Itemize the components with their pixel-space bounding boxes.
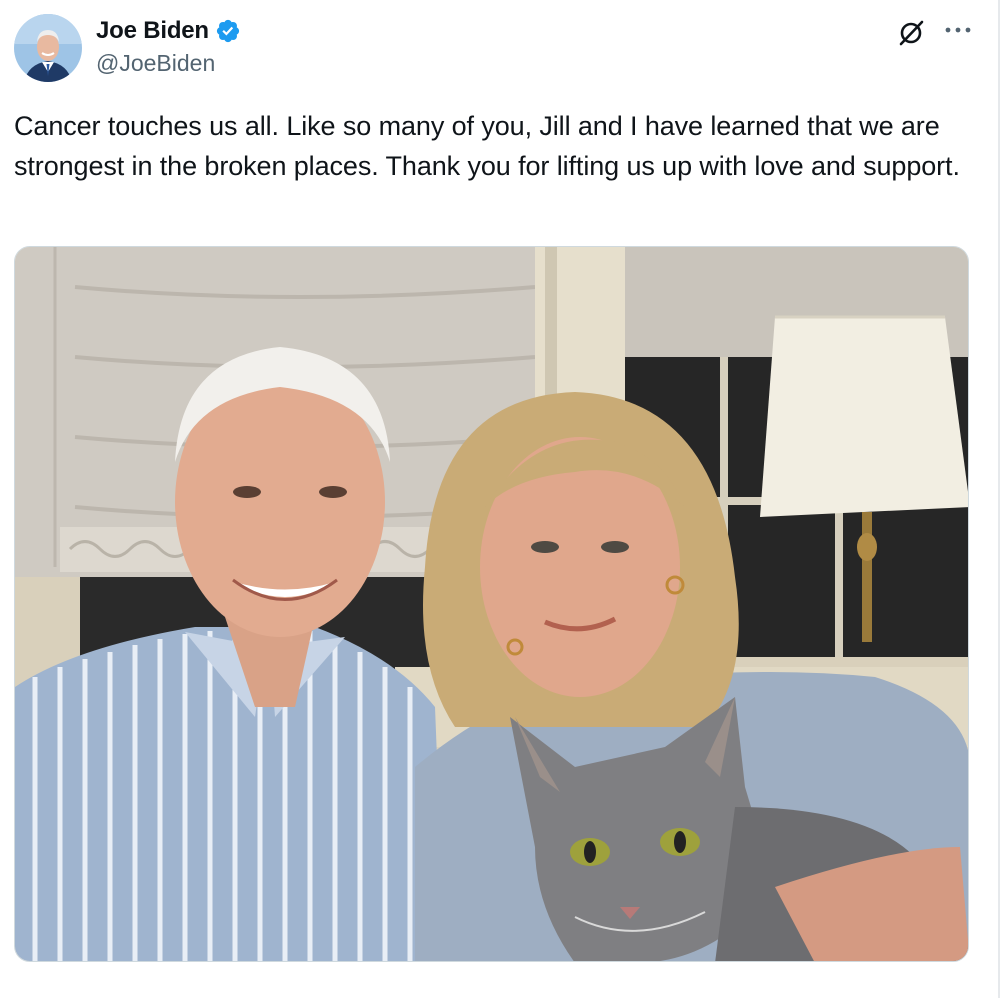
tweet-text: Cancer touches us all. Like so many of y… [14, 111, 960, 181]
author-avatar[interactable] [14, 14, 82, 82]
tweet-card: Joe Biden @JoeBiden Cancer touches us al… [0, 0, 1000, 998]
tweet-photo[interactable] [14, 246, 969, 962]
name-row: Joe Biden [96, 14, 241, 48]
author-info: Joe Biden @JoeBiden [96, 14, 241, 77]
more-options-icon[interactable] [938, 16, 978, 44]
verified-badge-icon[interactable] [215, 18, 241, 44]
grok-icon[interactable] [894, 16, 928, 50]
author-display-name[interactable]: Joe Biden [96, 17, 209, 45]
author-handle[interactable]: @JoeBiden [96, 50, 241, 77]
